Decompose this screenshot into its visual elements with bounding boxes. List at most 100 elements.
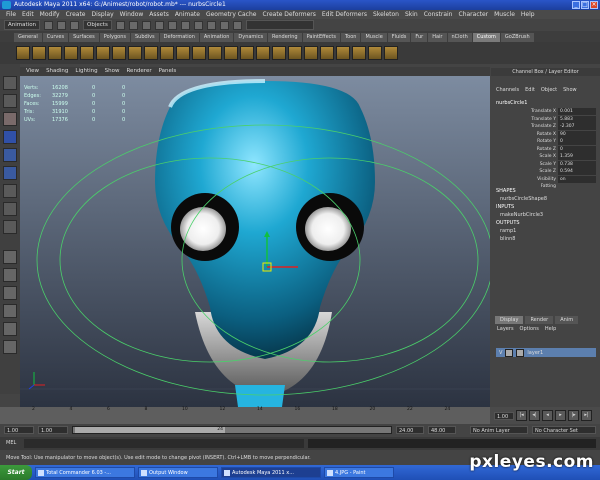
step-forward-button[interactable]: |▸ xyxy=(568,410,579,421)
playback-end-field[interactable]: 24.00 xyxy=(396,426,424,434)
attribute-value-field[interactable]: 0.738 xyxy=(558,160,596,168)
input-line-field[interactable] xyxy=(245,20,314,30)
menu-item-muscle[interactable]: Muscle xyxy=(494,10,515,19)
layer-menu-help[interactable]: Help xyxy=(545,326,556,332)
shelf-tool-icon[interactable] xyxy=(304,46,318,60)
layer-template-toggle[interactable] xyxy=(505,348,514,357)
shelf-tab-painteffects[interactable]: PaintEffects xyxy=(302,33,340,42)
attribute-row[interactable]: Scale X 1.359 xyxy=(496,153,596,160)
shelf-tab-muscle[interactable]: Muscle xyxy=(361,33,387,42)
menu-item-character[interactable]: Character xyxy=(459,10,489,19)
shelf-tab-gozbrush[interactable]: GoZBrush xyxy=(500,33,534,42)
menu-item-assets[interactable]: Assets xyxy=(149,10,169,19)
attribute-row[interactable]: Translate X 0.001 xyxy=(496,108,596,115)
current-frame-field[interactable]: 1.00 xyxy=(494,411,514,420)
attribute-value-field[interactable]: 90 xyxy=(558,130,596,138)
viewport-menu-show[interactable]: Show xyxy=(105,67,120,76)
range-slider-handle[interactable]: 24 xyxy=(75,427,225,433)
history-icon[interactable] xyxy=(193,20,203,30)
scale-tool-icon[interactable] xyxy=(3,166,17,180)
attribute-row[interactable]: Rotate Y0 xyxy=(496,138,596,145)
layer-tab-display[interactable]: Display xyxy=(495,316,524,324)
menu-item-display[interactable]: Display xyxy=(92,10,114,19)
menu-item-help[interactable]: Help xyxy=(521,10,535,19)
menu-item-modify[interactable]: Modify xyxy=(40,10,60,19)
shelf-tab-curves[interactable]: Curves xyxy=(42,33,69,42)
layer-tab-render[interactable]: Render xyxy=(525,316,554,324)
snap-curve-icon[interactable] xyxy=(167,20,177,30)
layout-icon[interactable] xyxy=(3,340,17,354)
time-slider[interactable] xyxy=(0,407,490,424)
shelf-tab-animation[interactable]: Animation xyxy=(199,33,234,42)
close-button[interactable]: × xyxy=(590,1,598,9)
play-backward-button[interactable]: ◂ xyxy=(542,410,553,421)
menu-item-animate[interactable]: Animate xyxy=(175,10,200,19)
attribute-row[interactable]: Rotate X 90 xyxy=(496,130,596,138)
shelf-tab-hair[interactable]: Hair xyxy=(428,33,447,42)
viewport-menu-panels[interactable]: Panels xyxy=(159,67,177,76)
end-time-field[interactable]: 48.00 xyxy=(428,426,456,434)
lasso-tool-icon[interactable] xyxy=(3,94,17,108)
attribute-row[interactable]: Visibility on xyxy=(496,175,596,183)
viewport-menu-shading[interactable]: Shading xyxy=(46,67,68,76)
go-to-end-button[interactable]: ▸| xyxy=(581,410,592,421)
select-object-icon[interactable] xyxy=(128,20,138,30)
go-to-start-button[interactable]: |◂ xyxy=(516,410,527,421)
character-set-dropdown[interactable]: No Character Set xyxy=(532,426,596,434)
shelf-tool-icon[interactable] xyxy=(208,46,222,60)
persp-outliner-layout-icon[interactable] xyxy=(3,286,17,300)
hypershade-layout-icon[interactable] xyxy=(3,322,17,336)
menu-item-create[interactable]: Create xyxy=(66,10,86,19)
menuset-dropdown[interactable]: Animation xyxy=(4,20,41,30)
new-scene-icon[interactable] xyxy=(44,20,54,30)
rotate-tool-icon[interactable] xyxy=(3,148,17,162)
attribute-row[interactable]: Translate Y 5.883 xyxy=(496,115,596,123)
taskbar-item[interactable]: Output Window xyxy=(138,467,218,478)
attribute-value-field[interactable]: 0.594 xyxy=(558,168,596,175)
output-node[interactable]: blinn8 xyxy=(500,236,515,242)
ipr-render-icon[interactable] xyxy=(219,20,229,30)
shape-node[interactable]: nurbsCircleShape8 xyxy=(500,196,547,202)
layer-visibility-toggle[interactable]: V xyxy=(499,350,502,356)
shelf-tab-custom[interactable]: Custom xyxy=(472,33,500,42)
save-scene-icon[interactable] xyxy=(70,20,80,30)
playback-start-field[interactable]: 1.00 xyxy=(38,426,68,434)
mel-label[interactable]: MEL xyxy=(6,440,16,446)
shelf-tool-icon[interactable] xyxy=(48,46,62,60)
attribute-value-field[interactable]: 0 xyxy=(558,145,596,153)
shelf-tool-icon[interactable] xyxy=(368,46,382,60)
taskbar-item[interactable]: 4.JPG - Paint xyxy=(324,467,394,478)
shelf-tab-polygons[interactable]: Polygons xyxy=(99,33,130,42)
shelf-tool-icon[interactable] xyxy=(128,46,142,60)
persp-graph-layout-icon[interactable] xyxy=(3,304,17,318)
move-tool-icon[interactable] xyxy=(3,130,17,144)
menu-item-file[interactable]: File xyxy=(6,10,16,19)
shelf-tab-toon[interactable]: Toon xyxy=(340,33,361,42)
anim-layer-dropdown[interactable]: No Anim Layer xyxy=(470,426,528,434)
menu-item-window[interactable]: Window xyxy=(120,10,144,19)
shelf-tab-fur[interactable]: Fur xyxy=(411,33,428,42)
shelf-tool-icon[interactable] xyxy=(144,46,158,60)
shelf-tool-icon[interactable] xyxy=(336,46,350,60)
paint-select-tool-icon[interactable] xyxy=(3,112,17,126)
shelf-tool-icon[interactable] xyxy=(64,46,78,60)
viewport-menu-renderer[interactable]: Renderer xyxy=(126,67,151,76)
channel-menu-show[interactable]: Show xyxy=(563,86,577,94)
layer-row[interactable]: V layer1 xyxy=(496,348,596,357)
select-hierarchy-icon[interactable] xyxy=(115,20,125,30)
menu-item-edit-deformers[interactable]: Edit Deformers xyxy=(322,10,367,19)
attribute-row[interactable]: Translate Z -2.307 xyxy=(496,123,596,130)
start-time-field[interactable]: 1.00 xyxy=(4,426,34,434)
last-tool-icon[interactable] xyxy=(3,220,17,234)
single-perspective-layout-icon[interactable] xyxy=(3,250,17,264)
attribute-row[interactable]: Rotate Z0 xyxy=(496,145,596,153)
shelf-tool-icon[interactable] xyxy=(32,46,46,60)
shelf-tool-icon[interactable] xyxy=(80,46,94,60)
input-node[interactable]: makeNurbCircle3 xyxy=(500,212,543,218)
attribute-value-field[interactable]: 1.359 xyxy=(558,153,596,160)
step-back-button[interactable]: ◂| xyxy=(529,410,540,421)
soft-mod-tool-icon[interactable] xyxy=(3,184,17,198)
shelf-tab-ncloth[interactable]: nCloth xyxy=(447,33,472,42)
attribute-value-field[interactable]: 5.883 xyxy=(558,115,596,123)
selection-mode-dropdown[interactable]: Objects xyxy=(83,20,112,30)
